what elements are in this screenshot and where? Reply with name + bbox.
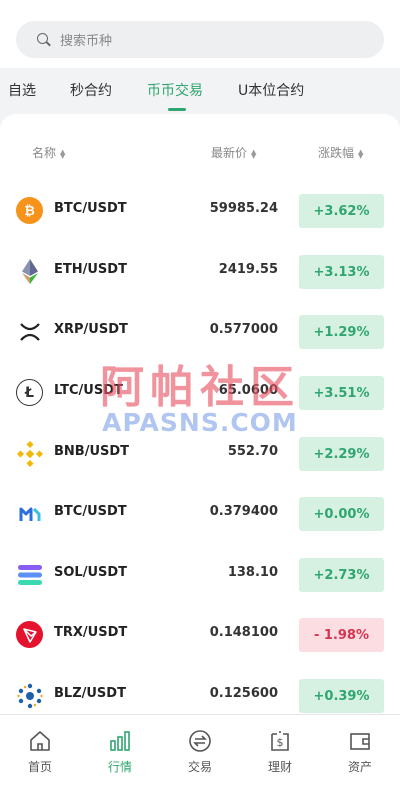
- litecoin-icon: Ł: [16, 379, 43, 406]
- pair-name: BNB/USDT: [54, 444, 130, 459]
- xrp-icon: [16, 318, 43, 345]
- change-badge[interactable]: +2.29%: [299, 437, 384, 471]
- search-placeholder: 搜索币种: [60, 34, 113, 49]
- ethereum-icon: [16, 258, 43, 285]
- market-row[interactable]: ETH/USDT 2419.55 +3.13%: [0, 241, 400, 301]
- pair-name: BTC/USDT: [54, 201, 127, 216]
- market-row[interactable]: TRX/USDT 0.148100 - 1.98%: [0, 604, 400, 664]
- bluzelle-icon: [16, 682, 43, 709]
- pair-name: BLZ/USDT: [54, 686, 126, 701]
- sort-icon: ▲ ▼: [358, 147, 364, 160]
- search-input[interactable]: 搜索币种: [16, 21, 384, 58]
- column-header-change[interactable]: 涨跌幅 ▲ ▼: [318, 144, 363, 161]
- wallet-icon: [350, 733, 370, 750]
- pair-name: SOL/USDT: [54, 565, 128, 580]
- change-badge[interactable]: - 1.98%: [299, 618, 384, 652]
- tab-second-contract[interactable]: 秒合约: [70, 80, 112, 100]
- search-header: 搜索币种: [0, 0, 400, 68]
- bnb-icon: [16, 440, 43, 467]
- sort-icon: ▲ ▼: [60, 147, 66, 160]
- last-price: 0.125600: [209, 686, 278, 701]
- market-icon: [110, 731, 130, 751]
- pair-name: LTC/USDT: [54, 383, 123, 398]
- tron-icon: [16, 621, 43, 648]
- column-header-price[interactable]: 最新价 ▲ ▼: [211, 144, 256, 161]
- last-price: 138.10: [227, 565, 278, 580]
- pair-name: XRP/USDT: [54, 322, 128, 337]
- last-price: 59985.24: [209, 201, 278, 216]
- home-icon: [30, 731, 50, 751]
- last-price: 552.70: [227, 444, 278, 459]
- nav-home[interactable]: 首页: [8, 729, 72, 775]
- market-row[interactable]: BLZ/USDT 0.125600 +0.39%: [0, 665, 400, 714]
- pair-name: TRX/USDT: [54, 625, 128, 640]
- change-badge[interactable]: +0.39%: [299, 679, 384, 713]
- svg-text:$: $: [277, 736, 284, 749]
- bottom-nav: 首页 行情 交易 $ 理财 资产: [0, 714, 400, 800]
- change-badge[interactable]: +2.73%: [299, 558, 384, 592]
- tab-spot-trading[interactable]: 币币交易: [147, 80, 203, 100]
- change-badge[interactable]: +1.29%: [299, 315, 384, 349]
- active-tab-indicator: [168, 108, 186, 111]
- last-price: 0.148100: [209, 625, 278, 640]
- bitcoin-icon: ₿: [16, 197, 43, 224]
- nav-trade[interactable]: 交易: [168, 729, 232, 775]
- sort-icon: ▲ ▼: [251, 147, 257, 160]
- solana-icon: [16, 561, 43, 588]
- polygon-icon: [16, 500, 43, 527]
- last-price: 0.577000: [209, 322, 278, 337]
- change-badge[interactable]: +3.62%: [299, 194, 384, 228]
- nav-market[interactable]: 行情: [88, 729, 152, 775]
- market-row[interactable]: BNB/USDT 552.70 +2.29%: [0, 423, 400, 483]
- nav-finance[interactable]: $ 理财: [248, 729, 312, 775]
- change-badge[interactable]: +0.00%: [299, 497, 384, 531]
- search-icon: [36, 32, 52, 48]
- market-list-panel: 名称 ▲ ▼ 最新价 ▲ ▼ 涨跌幅 ▲ ▼ ₿ BTC/USDT 59985.24 +3.…: [0, 114, 400, 714]
- change-badge[interactable]: +3.51%: [299, 376, 384, 410]
- nav-assets[interactable]: 资产: [328, 729, 392, 775]
- column-header-name[interactable]: 名称 ▲ ▼: [32, 144, 65, 161]
- last-price: 65.0600: [218, 383, 278, 398]
- market-row[interactable]: XRP/USDT 0.577000 +1.29%: [0, 301, 400, 361]
- last-price: 0.379400: [209, 504, 278, 519]
- finance-icon: $: [271, 731, 289, 751]
- pair-name: ETH/USDT: [54, 262, 127, 277]
- market-row[interactable]: SOL/USDT 138.10 +2.73%: [0, 544, 400, 604]
- pair-name: BTC/USDT: [54, 504, 127, 519]
- market-row[interactable]: ₿ BTC/USDT 59985.24 +3.62%: [0, 180, 400, 240]
- last-price: 2419.55: [218, 262, 278, 277]
- market-tabs: 自选 秒合约 币币交易 U本位合约: [0, 68, 400, 113]
- market-row[interactable]: BTC/USDT 0.379400 +0.00%: [0, 483, 400, 543]
- tab-favorites[interactable]: 自选: [8, 80, 36, 100]
- change-badge[interactable]: +3.13%: [299, 255, 384, 289]
- market-row[interactable]: Ł LTC/USDT 65.0600 +3.51%: [0, 362, 400, 422]
- exchange-icon: [189, 730, 211, 752]
- tab-usdt-futures[interactable]: U本位合约: [238, 80, 304, 100]
